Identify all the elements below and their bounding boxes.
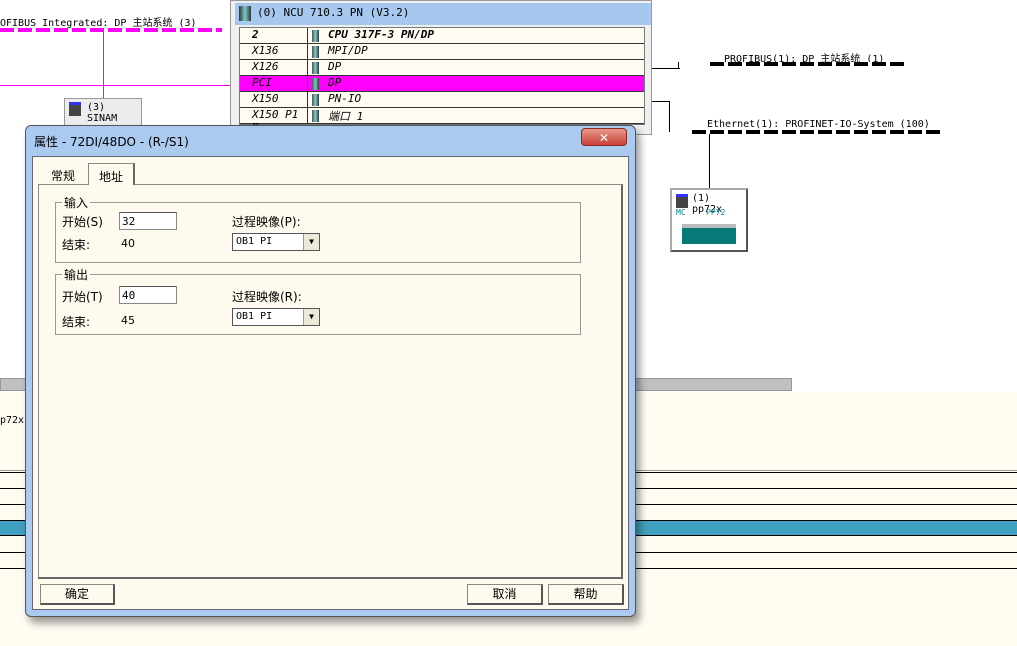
close-button[interactable]: ✕ [581, 128, 627, 146]
output-process-image-select[interactable]: OB1 PI ▼ [232, 308, 320, 326]
connector [709, 134, 710, 188]
rack-row[interactable]: X126 DP [240, 60, 644, 76]
profibus-integrated-label: OFIBUS Integrated: DP 主站系统 (3) [0, 18, 197, 29]
rack-row[interactable]: X150 P1 R端口 1 [240, 108, 644, 134]
pp72-station[interactable]: (1) pp72x MC PP72 [670, 188, 748, 252]
divider [0, 85, 230, 86]
connector [678, 62, 679, 69]
station-title: (0) NCU 710.3 PN (V3.2) [235, 3, 651, 25]
module-image [682, 224, 736, 244]
chevron-down-icon: ▼ [303, 309, 319, 325]
properties-dialog: 属性 - 72DI/48DO - (R-/S1) ✕ 常规 地址 输入 开始(S… [25, 125, 636, 617]
dialog-title: 属性 - 72DI/48DO - (R-/S1) [34, 135, 189, 149]
ethernet1-bus[interactable] [692, 130, 944, 134]
rack-row[interactable]: X150 PN-IO [240, 92, 644, 108]
help-button[interactable]: 帮助 [548, 584, 624, 605]
rack-table: 2 CPU 317F-3 PN/DP X136 MPI/DP X126 DP PCI D… [239, 27, 645, 134]
rack-row-selected[interactable]: PCI DP [240, 76, 644, 92]
ok-button[interactable]: 确定 [40, 584, 115, 605]
cancel-button[interactable]: 取消 [467, 584, 543, 605]
input-start-field[interactable] [119, 212, 177, 230]
tab-general[interactable]: 常规 [41, 163, 85, 185]
connector [669, 101, 670, 132]
connector [652, 101, 670, 102]
station-window[interactable]: (0) NCU 710.3 PN (V3.2) 2 CPU 317F-3 PN/D… [230, 0, 652, 135]
chevron-down-icon: ▼ [303, 234, 319, 250]
output-group: 输出 开始(T) 结束: 45 过程映像(R): OB1 PI▼ [55, 266, 581, 335]
close-icon: ✕ [598, 131, 610, 145]
station-icon [676, 194, 688, 208]
profibus-integrated-bus[interactable] [0, 28, 222, 32]
ethernet1-label: Ethernet(1): PROFINET-IO-System (100) [707, 119, 930, 130]
tab-panel: 输入 开始(S) 结束: 40 过程映像(P): OB1 PI▼ 输出 开始(T… [38, 184, 623, 579]
rack-row[interactable]: 2 CPU 317F-3 PN/DP [240, 28, 644, 44]
input-process-image-select[interactable]: OB1 PI ▼ [232, 233, 320, 251]
rack-row[interactable]: X136 MPI/DP [240, 44, 644, 60]
output-start-field[interactable] [119, 286, 177, 304]
connector [652, 68, 680, 69]
profibus1-bus[interactable] [710, 62, 906, 66]
sinam-station[interactable]: (3) SINAM [64, 98, 142, 126]
tab-address[interactable]: 地址 [88, 163, 136, 185]
station-icon [69, 102, 81, 116]
bus-connector [103, 32, 104, 98]
station-icon [239, 6, 251, 21]
input-group: 输入 开始(S) 结束: 40 过程映像(P): OB1 PI▼ [55, 194, 581, 263]
